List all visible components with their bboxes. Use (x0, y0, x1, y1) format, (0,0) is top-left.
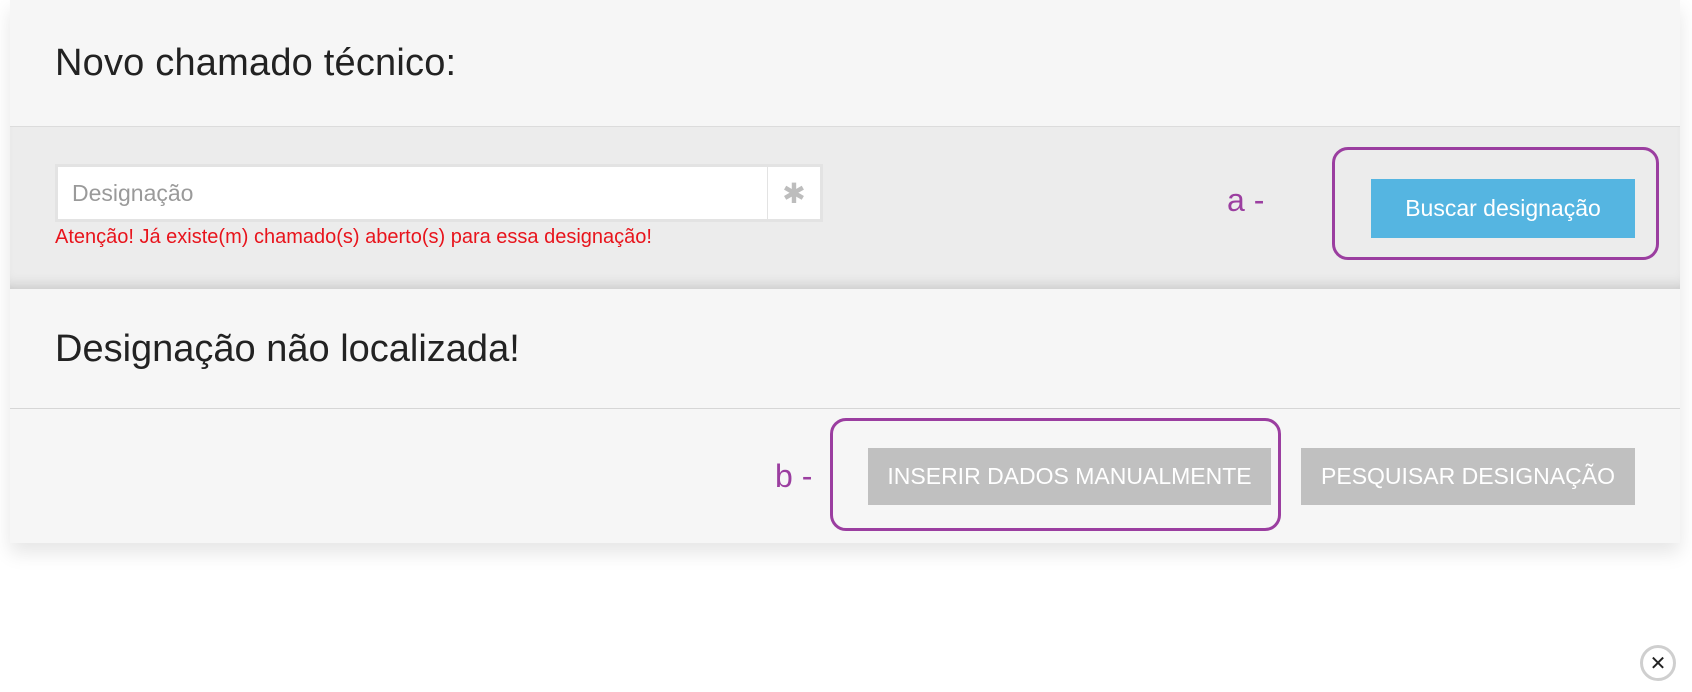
result-divider (10, 408, 1680, 409)
designation-input-group: ✱ (55, 164, 823, 222)
designation-input[interactable] (58, 167, 767, 219)
annotation-label-b: b - (775, 458, 813, 494)
page-title: Novo chamado técnico: (55, 42, 457, 84)
asterisk-icon: ✱ (767, 167, 820, 219)
result-title: Designação não localizada! (55, 328, 520, 370)
search-designation-secondary-button[interactable]: PESQUISAR DESIGNAÇÃO (1301, 448, 1635, 505)
annotation-label-a: a - (1227, 182, 1265, 218)
warning-message: Atenção! Já existe(m) chamado(s) aberto(… (55, 226, 652, 248)
modal-page: Novo chamado técnico: ✱ Atenção! Já exis… (0, 0, 1692, 692)
search-designation-button[interactable]: Buscar designação (1371, 179, 1635, 238)
insert-manually-button[interactable]: INSERIR DADOS MANUALMENTE (868, 448, 1271, 505)
close-icon[interactable]: ✕ (1640, 645, 1676, 681)
